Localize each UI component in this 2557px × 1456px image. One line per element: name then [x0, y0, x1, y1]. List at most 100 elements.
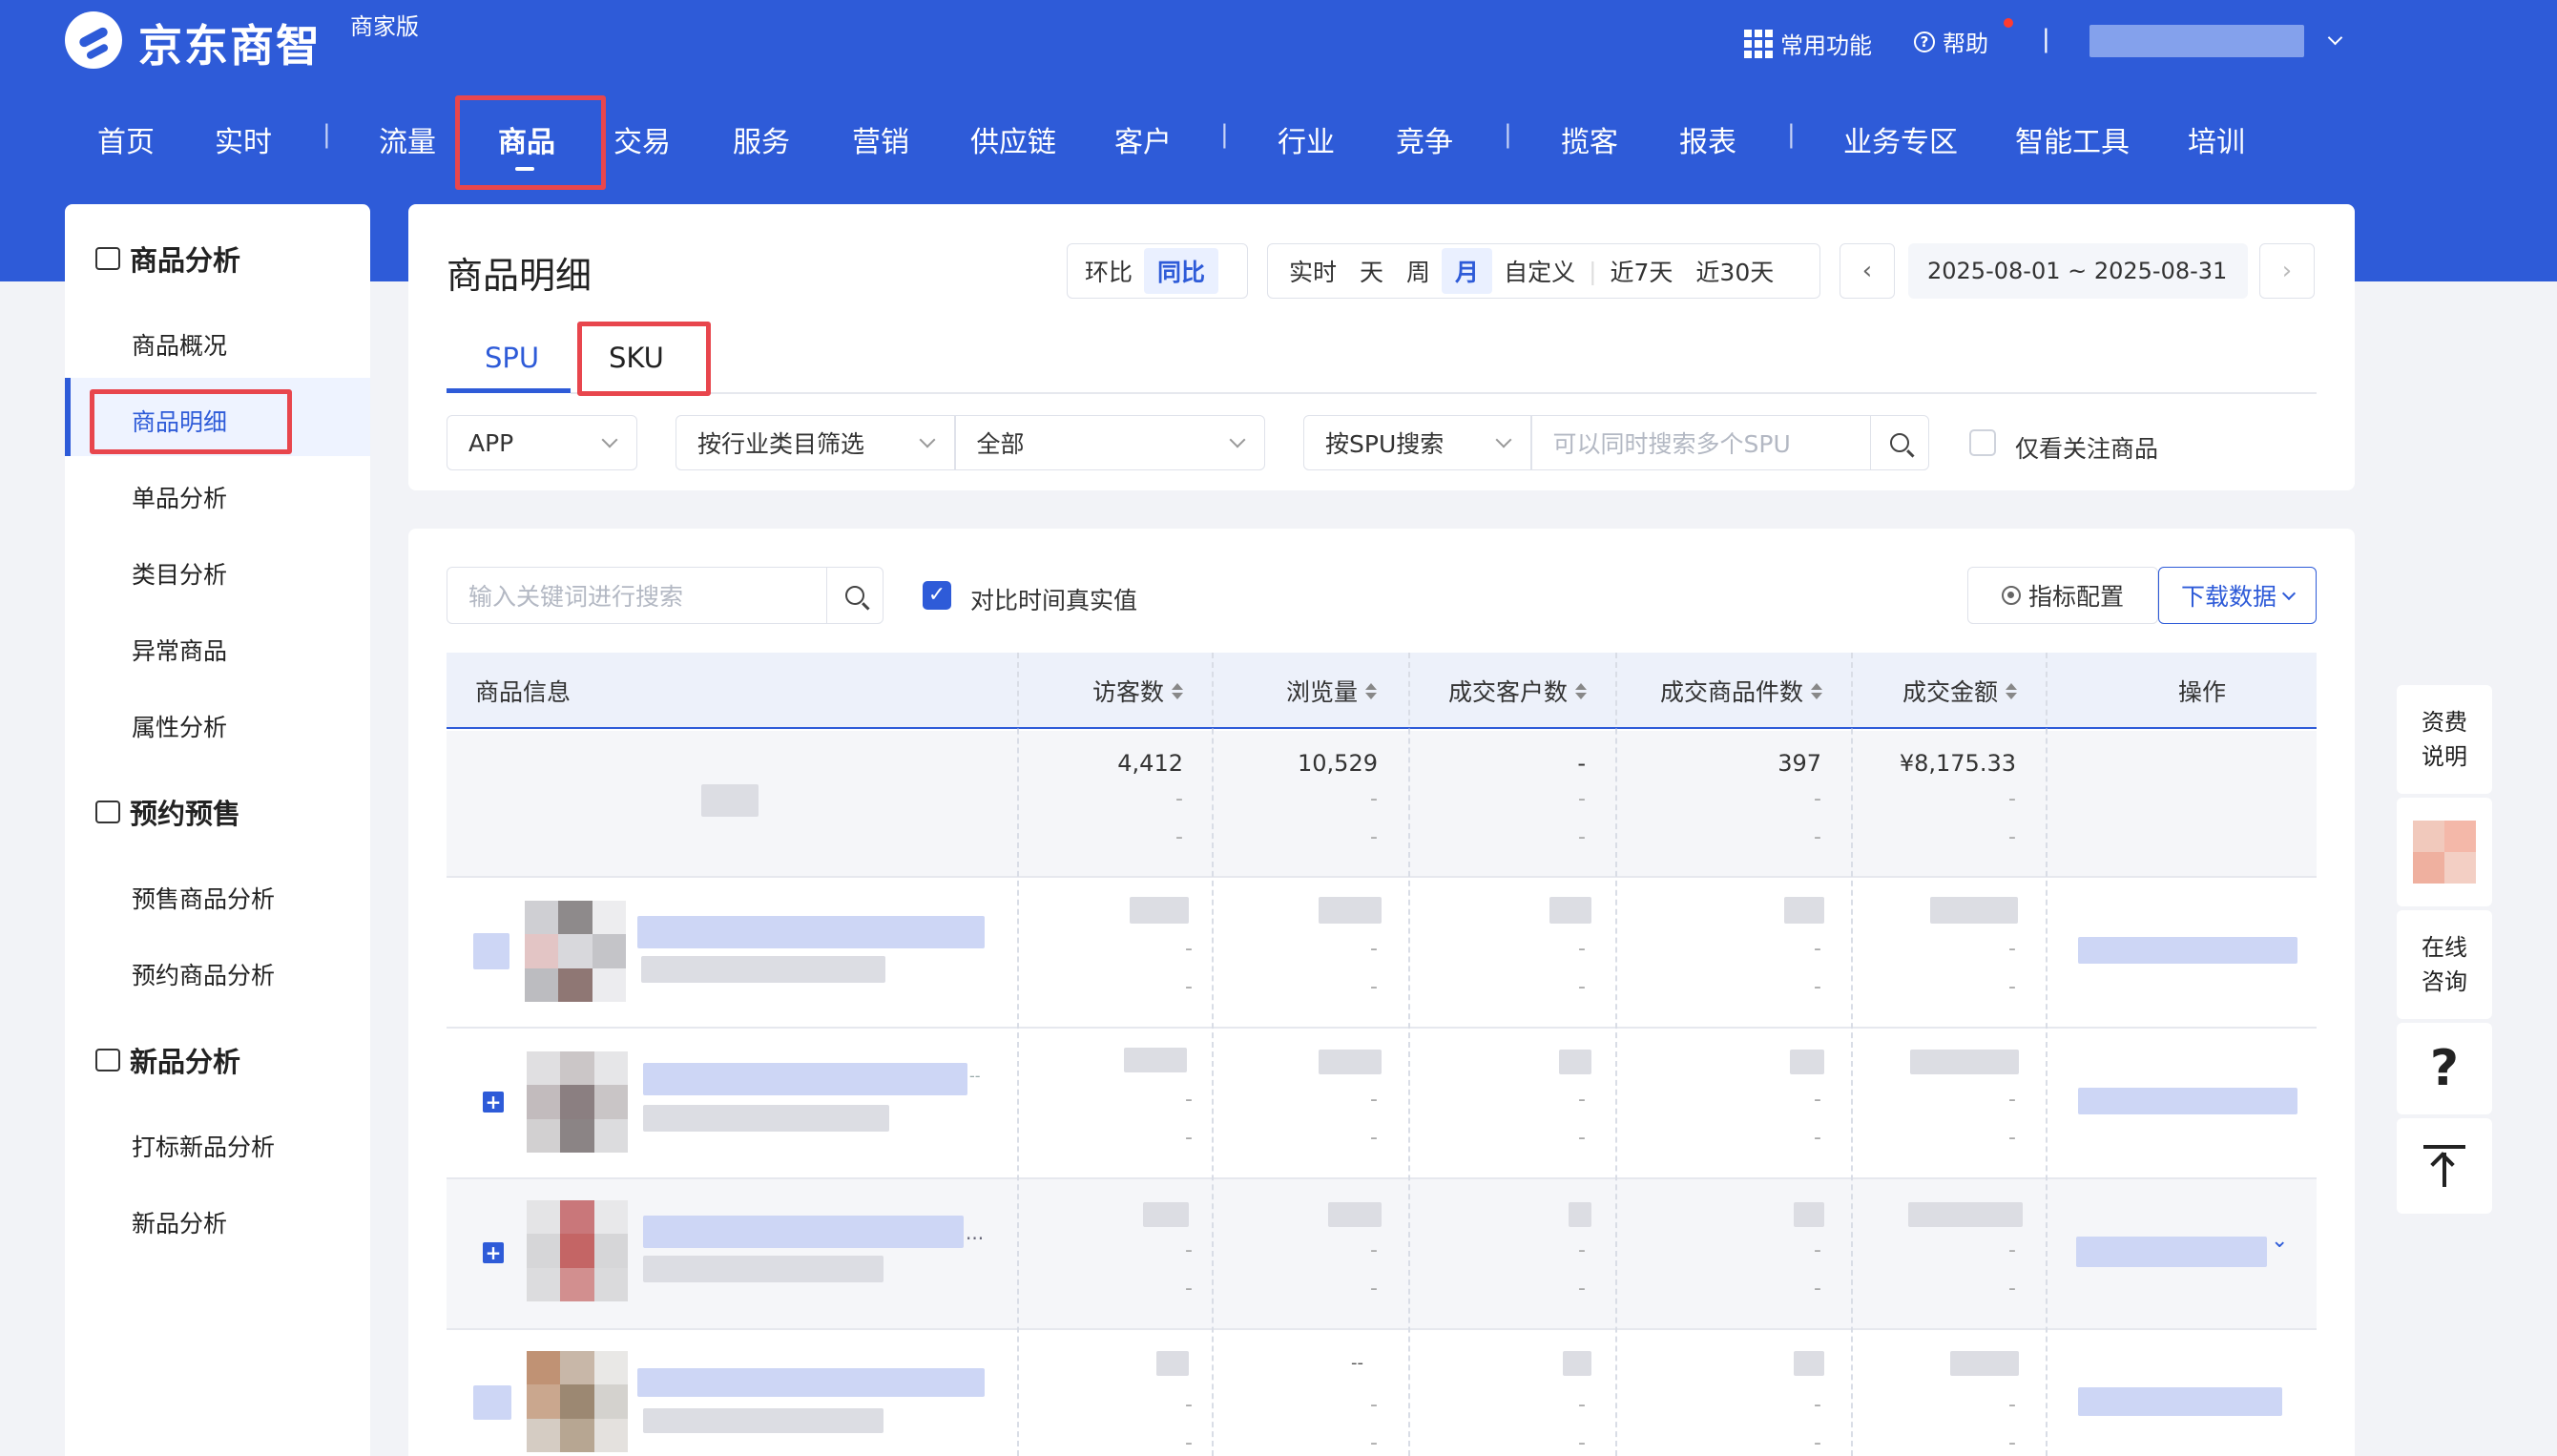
- sidebar-item-new-analysis[interactable]: 新品分析: [132, 1205, 227, 1239]
- product-thumbnail[interactable]: [527, 1200, 628, 1301]
- product-row: -- - - - - - - - - - -: [447, 1330, 2317, 1456]
- download-label: 下载数据: [2180, 583, 2276, 611]
- back-to-top-button[interactable]: [2397, 1118, 2492, 1214]
- product-thumbnail[interactable]: [527, 1351, 628, 1452]
- online-consult-button[interactable]: 在线 咨询: [2397, 910, 2492, 1019]
- nav-industry[interactable]: 行业: [1278, 118, 1335, 160]
- keyword-search-button[interactable]: [827, 586, 883, 605]
- row-actions-blurred[interactable]: [2078, 1387, 2282, 1416]
- sidebar-item-product-detail[interactable]: 商品明细: [132, 404, 227, 438]
- account-avatar[interactable]: [2089, 25, 2304, 57]
- follow-only-checkbox[interactable]: [1969, 429, 1996, 456]
- sidebar-group-label: 商品分析: [130, 244, 241, 277]
- period-realtime[interactable]: 实时: [1278, 254, 1348, 288]
- question-button[interactable]: ?: [2397, 1023, 2492, 1114]
- nav-business-zone[interactable]: 业务专区: [1843, 118, 1958, 160]
- sidebar-item-attribute-analysis[interactable]: 属性分析: [132, 709, 227, 743]
- nav-customer[interactable]: 客户: [1114, 118, 1172, 160]
- keyword-search-field[interactable]: 输入关键词进行搜索: [447, 567, 884, 624]
- keyword-search-input[interactable]: 输入关键词进行搜索: [447, 578, 826, 613]
- help-label: 帮助: [1943, 31, 1988, 57]
- nav-acquisition[interactable]: 揽客: [1561, 118, 1618, 160]
- sidebar-group-product-analysis[interactable]: 商品分析: [95, 239, 240, 279]
- nav-smart-tools[interactable]: 智能工具: [2015, 118, 2130, 160]
- chevron-down-icon: [1495, 431, 1512, 448]
- spu-search-input[interactable]: 可以同时搜索多个SPU: [1532, 426, 1870, 460]
- period-month[interactable]: 月: [1442, 248, 1493, 294]
- common-functions-link[interactable]: 常用功能: [1744, 27, 1872, 60]
- period-custom[interactable]: 自定义: [1492, 254, 1587, 288]
- product-title-blurred[interactable]: [637, 916, 985, 948]
- col-amount[interactable]: 成交金额: [447, 653, 2017, 729]
- help-link[interactable]: ? 帮助: [1914, 25, 1988, 58]
- sidebar-item-single-analysis[interactable]: 单品分析: [132, 480, 227, 514]
- compare-toggle[interactable]: 环比 同比: [1067, 243, 1248, 299]
- platform-value: APP: [468, 428, 514, 457]
- sidebar-group-presale[interactable]: 预约预售: [95, 792, 240, 832]
- sidebar-group-new-products[interactable]: 新品分析: [95, 1040, 240, 1080]
- date-next-button[interactable]: ›: [2259, 243, 2315, 299]
- search-type-select[interactable]: 按SPU搜索: [1304, 426, 1498, 460]
- product-row: + -- - - - - - - - - - -: [447, 1029, 2317, 1177]
- nav-products[interactable]: 商品: [498, 118, 555, 160]
- chevron-down-icon: [601, 431, 618, 448]
- nav-service[interactable]: 服务: [733, 118, 790, 160]
- expand-plus-icon[interactable]: +: [483, 1092, 504, 1113]
- sidebar-item-abnormal-products[interactable]: 异常商品: [132, 633, 227, 667]
- page-title: 商品明细: [447, 255, 592, 297]
- expand-plus-icon[interactable]: +: [483, 1242, 504, 1263]
- row-actions-blurred[interactable]: [2078, 1088, 2297, 1114]
- download-button[interactable]: 下载数据: [2158, 567, 2317, 624]
- sidebar-item-reservation-analysis[interactable]: 预约商品分析: [132, 957, 275, 991]
- product-thumbnail[interactable]: [525, 901, 626, 1002]
- sidebar-item-category-analysis[interactable]: 类目分析: [132, 556, 227, 591]
- metric-config-button[interactable]: 指标配置: [1967, 567, 2158, 624]
- nav-marketing[interactable]: 营销: [852, 118, 909, 160]
- common-functions-label: 常用功能: [1780, 32, 1872, 59]
- summary-dashes: - - - - - - - - - -: [1175, 787, 2016, 849]
- jd-logo-icon: [65, 11, 122, 69]
- search-icon: [845, 586, 864, 605]
- nav-home[interactable]: 首页: [97, 118, 155, 160]
- category-filter[interactable]: 按行业类目筛选 全部: [676, 415, 1265, 470]
- nav-active-indicator: [515, 167, 534, 171]
- platform-select[interactable]: APP: [447, 415, 637, 470]
- date-range-display[interactable]: 2025-08-01 ~ 2025-08-31: [1908, 243, 2248, 299]
- period-week[interactable]: 周: [1395, 254, 1442, 288]
- summary-views: 10,529: [1298, 750, 1378, 777]
- nav-competition[interactable]: 竞争: [1396, 118, 1453, 160]
- nav-realtime[interactable]: 实时: [215, 118, 272, 160]
- row-expand-chevron-icon[interactable]: ⌄: [2271, 1229, 2288, 1253]
- compare-mom[interactable]: 环比: [1073, 254, 1144, 288]
- sidebar-item-tagged-new[interactable]: 打标新品分析: [132, 1129, 275, 1163]
- nav-supply-chain[interactable]: 供应链: [970, 118, 1056, 160]
- new-tag-icon: [95, 1049, 120, 1071]
- nav-training[interactable]: 培训: [2188, 118, 2245, 160]
- period-last30[interactable]: 近30天: [1684, 254, 1785, 288]
- sidebar-item-overview[interactable]: 商品概况: [132, 327, 227, 362]
- period-last7[interactable]: 近7天: [1599, 254, 1685, 288]
- tab-sku[interactable]: SKU: [609, 342, 664, 374]
- nav-trade[interactable]: 交易: [613, 118, 671, 160]
- product-title-blurred[interactable]: [643, 1216, 964, 1248]
- online-consult-label: 在线 咨询: [2422, 934, 2467, 995]
- product-thumbnail[interactable]: [527, 1051, 628, 1153]
- fee-explanation-button[interactable]: 资费 说明: [2397, 685, 2492, 794]
- product-title-blurred[interactable]: [643, 1063, 967, 1095]
- date-prev-button[interactable]: ‹: [1840, 243, 1895, 299]
- sidebar-item-presale-analysis[interactable]: 预售商品分析: [132, 881, 275, 915]
- search-button[interactable]: [1871, 433, 1928, 452]
- spu-search-field[interactable]: 按SPU搜索 可以同时搜索多个SPU: [1303, 415, 1929, 470]
- compare-yoy[interactable]: 同比: [1144, 248, 1219, 294]
- period-day[interactable]: 天: [1348, 254, 1395, 288]
- avatar-float-button[interactable]: [2397, 798, 2492, 906]
- product-title-blurred[interactable]: [637, 1368, 985, 1397]
- grid-icon: [1744, 29, 1773, 58]
- compare-real-checkbox[interactable]: ✓: [923, 581, 951, 610]
- period-toggle[interactable]: 实时 天 周 月 自定义 | 近7天 近30天: [1267, 243, 1820, 299]
- row-actions-blurred[interactable]: [2078, 937, 2297, 964]
- nav-reports[interactable]: 报表: [1679, 118, 1736, 160]
- nav-traffic[interactable]: 流量: [379, 118, 436, 160]
- tab-spu[interactable]: SPU: [485, 342, 539, 374]
- row-actions-blurred[interactable]: [2076, 1237, 2267, 1267]
